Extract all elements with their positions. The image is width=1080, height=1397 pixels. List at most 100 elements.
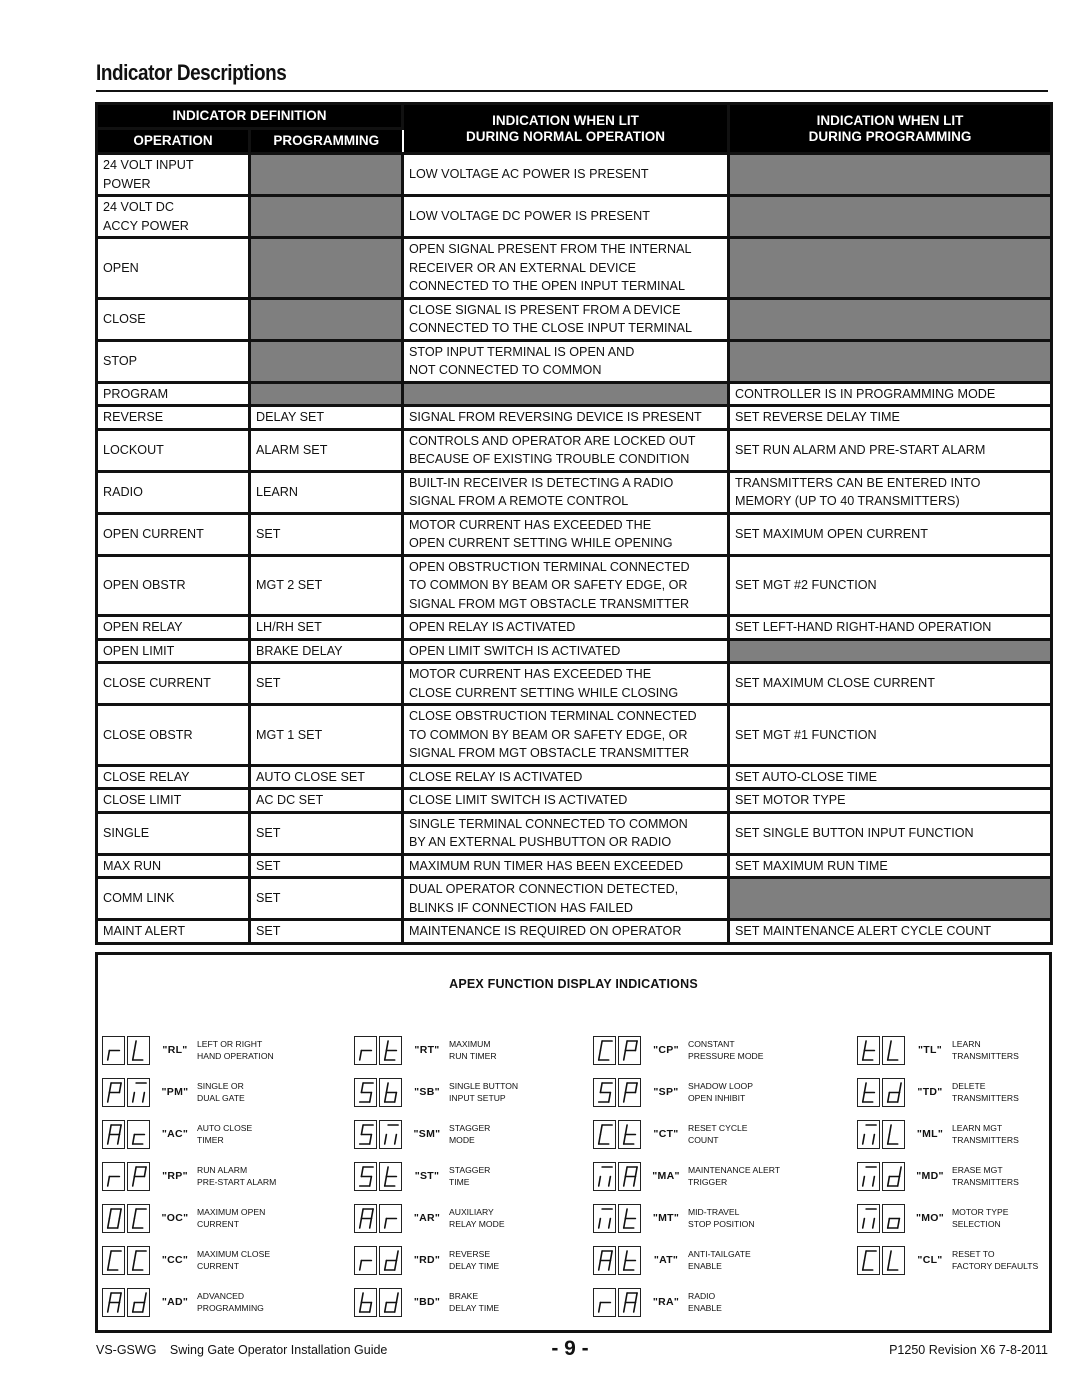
cell-text: CLOSE LIMIT SWITCH IS ACTIVATED bbox=[409, 793, 628, 807]
seven-segment-digit-icon bbox=[127, 1203, 150, 1233]
cell-prog-empty bbox=[727, 876, 1053, 921]
cell-programming: SET bbox=[248, 810, 404, 856]
cell-prog: SET MOTOR TYPE bbox=[727, 787, 1053, 814]
segment-b bbox=[118, 1207, 122, 1219]
segment-c bbox=[393, 1091, 398, 1103]
segment-e bbox=[131, 1259, 136, 1271]
cell-text: AC DC SET bbox=[256, 793, 324, 807]
segment-e bbox=[131, 1133, 136, 1145]
segment-e bbox=[622, 1175, 627, 1187]
apex-display-panel: APEX FUNCTION DISPLAY INDICATIONS "RL" LE… bbox=[95, 952, 1052, 1333]
segment-b bbox=[118, 1291, 122, 1303]
segment-c bbox=[393, 1133, 398, 1145]
cell-prog: SET MAXIMUM RUN TIME bbox=[727, 852, 1053, 879]
cell-text: MAX RUN bbox=[103, 858, 162, 873]
cell-text: OPEN CURRENT bbox=[103, 526, 204, 541]
cell-text: SET MAXIMUM OPEN CURRENT bbox=[735, 526, 928, 541]
cell-text: CLOSE OBSTRUCTION TERMINAL CONNECTED bbox=[409, 709, 697, 723]
cell-operation: LOCKOUT bbox=[95, 427, 251, 473]
cell-text: CONTROLS AND OPERATOR ARE LOCKED OUT bbox=[409, 433, 696, 448]
cell-text: OPEN RELAY bbox=[103, 620, 183, 634]
apex-item: "SB" SINGLE BUTTON INPUT SETUP bbox=[354, 1074, 518, 1110]
apex-code: "SM" bbox=[413, 1128, 441, 1140]
apex-description: AUTO CLOSE TIMER bbox=[197, 1122, 253, 1146]
apex-description: STAGGER TIME bbox=[449, 1164, 491, 1188]
cell-text: DELAY SET bbox=[256, 410, 325, 424]
seven-segment-digit-icon bbox=[593, 1287, 616, 1317]
cell-text: SET bbox=[256, 924, 281, 938]
cell-programming: LH/RH SET bbox=[248, 614, 404, 641]
segment-c bbox=[896, 1091, 901, 1103]
apex-description: ANTI-TAILGATE ENABLE bbox=[688, 1248, 751, 1272]
cell-text: 24 VOLT INPUT bbox=[103, 158, 194, 172]
cell-text: OPEN CURRENT SETTING WHILE OPENING bbox=[409, 536, 673, 550]
segment-e bbox=[886, 1259, 891, 1271]
seven-segment-digit-icon bbox=[593, 1035, 616, 1065]
apex-item: "CC" MAXIMUM CLOSE CURRENT bbox=[102, 1242, 270, 1278]
cell-text: SET bbox=[256, 891, 281, 906]
apex-description: STAGGER MODE bbox=[449, 1122, 491, 1146]
apex-code: "CC" bbox=[161, 1254, 189, 1266]
cell-text: CLOSE RELAY IS ACTIVATED bbox=[409, 769, 583, 784]
segment-f bbox=[360, 1165, 364, 1177]
segment-e bbox=[106, 1301, 111, 1313]
segment-e bbox=[622, 1301, 627, 1313]
seven-segment-digit-icon bbox=[593, 1245, 616, 1275]
segment-e bbox=[358, 1301, 363, 1313]
cell-programming: DELAY SET bbox=[248, 404, 404, 431]
cell-text: STOP INPUT TERMINAL IS OPEN AND bbox=[409, 344, 635, 359]
segment-f bbox=[385, 1039, 389, 1051]
segment-e bbox=[622, 1091, 627, 1103]
seven-segment-digit-icon bbox=[618, 1077, 641, 1107]
segment-f bbox=[360, 1207, 364, 1219]
cell-programming-empty bbox=[248, 380, 404, 407]
table-row: RADIO LEARN BUILT-IN RECEIVER IS DETECTING… bbox=[95, 469, 1053, 515]
table-row: 24 VOLT INPUT POWER LOW VOLTAGE AC POWER I… bbox=[95, 152, 1053, 197]
cell-prog: CONTROLLER IS IN PROGRAMMING MODE bbox=[727, 380, 1053, 407]
cell-text: SIGNAL FROM REVERSING DEVICE IS PRESENT bbox=[409, 410, 702, 424]
apex-code: "CT" bbox=[653, 1128, 679, 1140]
seven-segment-digit-icon bbox=[379, 1245, 402, 1275]
cell-operation: CLOSE bbox=[95, 296, 251, 342]
cell-normal: MOTOR CURRENT HAS EXCEEDED THE CLOSE CURR… bbox=[401, 661, 730, 706]
apex-item: "MT" MID-TRAVEL STOP POSITION bbox=[593, 1200, 755, 1236]
cell-prog-empty bbox=[727, 236, 1053, 300]
cell-normal: LOW VOLTAGE DC POWER IS PRESENT bbox=[401, 194, 730, 239]
table-row: MAINT ALERT SET MAINTENANCE IS REQUIRED ON… bbox=[95, 918, 1053, 945]
cell-text: SET bbox=[256, 858, 281, 873]
header-lit-normal-line1: INDICATION WHEN LIT bbox=[492, 112, 639, 128]
segment-e bbox=[383, 1091, 388, 1103]
cell-operation: COMM LINK bbox=[95, 876, 251, 921]
apex-item: "PM" SINGLE OR DUAL GATE bbox=[102, 1074, 245, 1110]
cell-programming: MGT 2 SET bbox=[248, 553, 404, 617]
segment-f bbox=[624, 1291, 628, 1303]
segment-e bbox=[597, 1175, 602, 1187]
segment-c bbox=[141, 1301, 146, 1313]
segment-c bbox=[607, 1091, 612, 1103]
cell-text: SET MGT #1 FUNCTION bbox=[735, 727, 877, 742]
table-row: CLOSE CLOSE SIGNAL IS PRESENT FROM A DEVI… bbox=[95, 296, 1053, 342]
cell-normal-empty bbox=[401, 380, 730, 407]
segment-e bbox=[886, 1175, 891, 1187]
segment-e bbox=[383, 1301, 388, 1313]
seven-segment-digit-icon bbox=[127, 1287, 150, 1317]
apex-item: "CT" RESET CYCLE COUNT bbox=[593, 1116, 748, 1152]
segment-e bbox=[622, 1133, 627, 1145]
cell-text: LOW VOLTAGE DC POWER IS PRESENT bbox=[409, 209, 650, 224]
cell-text: OPEN SIGNAL PRESENT FROM THE INTERNAL bbox=[409, 242, 692, 256]
seven-segment-digit-icon bbox=[354, 1287, 377, 1317]
segment-f bbox=[599, 1039, 603, 1051]
apex-code: "MT" bbox=[652, 1212, 680, 1224]
apex-description: BRAKE DELAY TIME bbox=[449, 1290, 500, 1314]
segment-c bbox=[393, 1259, 398, 1271]
apex-description: LEARN MGT TRANSMITTERS bbox=[952, 1122, 1019, 1146]
segment-f bbox=[385, 1165, 389, 1177]
apex-code: "RA" bbox=[652, 1296, 680, 1308]
cell-text: BLINKS IF CONNECTION HAS FAILED bbox=[409, 900, 633, 915]
apex-item: "RD" REVERSE DELAY TIME bbox=[354, 1242, 499, 1278]
cell-programming-empty bbox=[248, 338, 404, 384]
table-body: 24 VOLT INPUT POWER LOW VOLTAGE AC POWER I… bbox=[95, 152, 1053, 945]
cell-text: SIGNAL FROM MGT OBSTACLE TRANSMITTER bbox=[409, 746, 690, 760]
apex-item: "AR" AUXILIARY RELAY MODE bbox=[354, 1200, 505, 1236]
cell-text: SIGNAL FROM MGT OBSTACLE TRANSMITTER bbox=[409, 596, 690, 611]
